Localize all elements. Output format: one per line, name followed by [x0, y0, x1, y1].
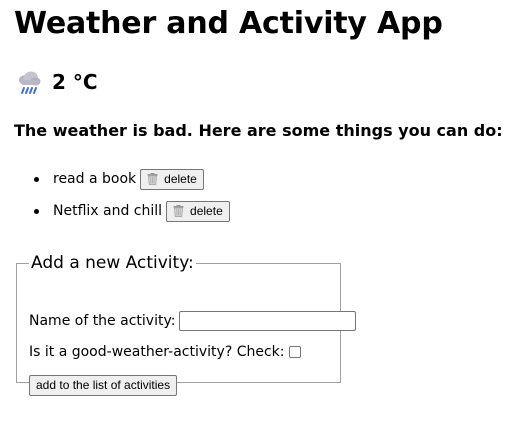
- app-page: Weather and Activity App 2 °C The weathe…: [0, 0, 516, 424]
- add-activity-button[interactable]: add to the list of activities: [29, 375, 178, 396]
- weather-summary: 2 °C: [16, 69, 98, 95]
- activity-label: Netflix and chill: [53, 203, 163, 219]
- form-legend: Add a new Activity:: [31, 253, 194, 273]
- list-item: Netflix and chill delete: [33, 195, 230, 227]
- bullet-icon: [33, 208, 39, 214]
- bullet-icon: [33, 176, 39, 182]
- add-activity-form: Add a new Activity: Name of the activity…: [16, 253, 357, 396]
- activity-list: read a book delete Netflix and chill del…: [33, 163, 230, 227]
- activity-label: read a book: [53, 171, 137, 187]
- delete-button[interactable]: delete: [140, 168, 204, 190]
- trash-icon: [173, 205, 184, 217]
- list-item: read a book delete: [33, 163, 230, 195]
- delete-button[interactable]: delete: [166, 200, 230, 222]
- good-weather-checkbox[interactable]: [288, 346, 301, 358]
- submit-row: add to the list of activities: [29, 375, 178, 396]
- temperature-value: 2 °C: [52, 70, 98, 94]
- trash-icon: [147, 173, 158, 185]
- rain-cloud-icon: [19, 71, 41, 94]
- activity-name-input[interactable]: [179, 311, 357, 331]
- delete-button-label: delete: [164, 171, 197, 186]
- delete-button-label: delete: [190, 203, 223, 218]
- weather-message: The weather is bad. Here are some things…: [14, 121, 503, 140]
- app-title: Weather and Activity App: [14, 6, 443, 41]
- good-weather-label: Is it a good-weather-activity? Check:: [29, 344, 285, 360]
- activity-name-label: Name of the activity:: [29, 313, 176, 329]
- good-weather-row: Is it a good-weather-activity? Check:: [29, 344, 301, 360]
- activity-name-row: Name of the activity:: [29, 311, 357, 331]
